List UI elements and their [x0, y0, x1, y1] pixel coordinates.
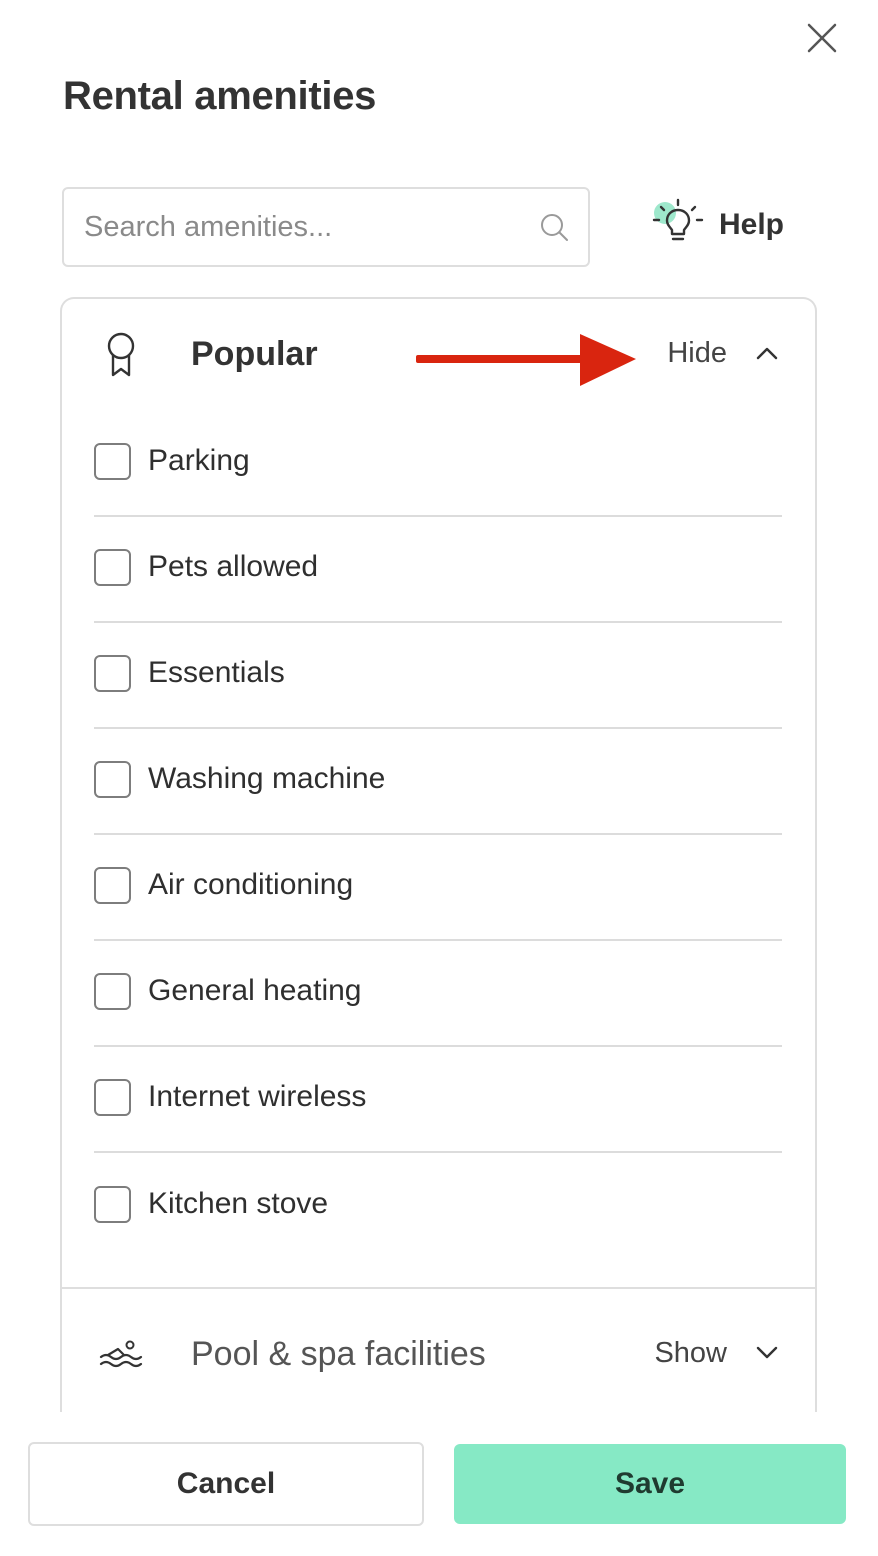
checkbox[interactable]	[94, 866, 131, 904]
chevron-up-icon	[756, 347, 778, 360]
save-button[interactable]: Save	[454, 1444, 846, 1524]
checkbox[interactable]	[94, 442, 131, 480]
amenity-label: Kitchen stove	[148, 1187, 329, 1220]
checkbox[interactable]	[94, 548, 131, 586]
amenity-label: Parking	[148, 444, 250, 477]
amenity-label: Air conditioning	[148, 868, 354, 901]
checkbox[interactable]	[94, 760, 131, 798]
amenity-label: General heating	[148, 974, 362, 1007]
search-box[interactable]	[62, 187, 590, 267]
checkbox[interactable]	[94, 1185, 131, 1223]
amenity-list: Parking Pets allowed Essentials Washing …	[94, 411, 782, 1259]
checkbox[interactable]	[94, 972, 131, 1010]
section-header-pool: Pool & spa facilities Show	[62, 1299, 815, 1409]
amenity-label: Essentials	[148, 656, 285, 689]
amenity-label: Pets allowed	[148, 550, 319, 583]
lightbulb-icon	[652, 198, 704, 241]
show-toggle[interactable]: Show	[654, 1333, 779, 1373]
checkbox[interactable]	[94, 654, 131, 692]
toggle-label: Show	[654, 1336, 727, 1369]
chevron-down-icon	[756, 1346, 778, 1359]
amenity-label: Washing machine	[148, 762, 386, 795]
section-divider	[62, 1287, 815, 1289]
help-button[interactable]: Help	[650, 196, 790, 256]
list-item[interactable]: Air conditioning	[94, 835, 782, 941]
dialog-title: Rental amenities	[63, 74, 377, 118]
red-arrow-icon	[416, 334, 636, 386]
hide-toggle[interactable]: Hide	[667, 333, 779, 373]
award-ribbon-icon	[107, 332, 135, 377]
list-item[interactable]: Internet wireless	[94, 1047, 782, 1153]
close-icon[interactable]	[800, 16, 844, 60]
help-label: Help	[719, 208, 785, 241]
section-title-pool: Pool & spa facilities	[191, 1335, 486, 1373]
dialog-footer: Cancel Save	[0, 1412, 878, 1556]
amenities-panel: Popular Hide Parking Pets allowed Essent…	[60, 297, 817, 1437]
section-title-popular: Popular	[191, 335, 318, 373]
list-item[interactable]: Kitchen stove	[94, 1153, 782, 1259]
search-icon[interactable]	[540, 213, 570, 243]
amenity-label: Internet wireless	[148, 1080, 367, 1113]
list-item[interactable]: Washing machine	[94, 729, 782, 835]
toggle-label: Hide	[667, 336, 727, 369]
list-item[interactable]: Pets allowed	[94, 517, 782, 623]
list-item[interactable]: General heating	[94, 941, 782, 1047]
cancel-button[interactable]: Cancel	[28, 1442, 424, 1526]
checkbox[interactable]	[94, 1078, 131, 1116]
list-item[interactable]: Parking	[94, 411, 782, 517]
list-item[interactable]: Essentials	[94, 623, 782, 729]
swimmer-icon	[99, 1340, 143, 1368]
search-input[interactable]	[84, 189, 514, 265]
